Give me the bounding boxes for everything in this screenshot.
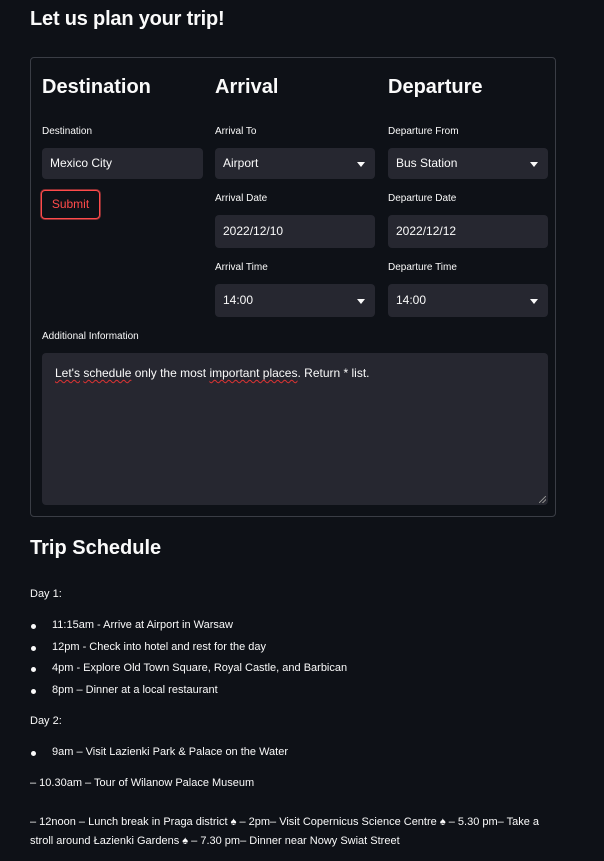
- departure-date-label: Departure Date: [388, 193, 457, 204]
- departure-from-value: Bus Station: [396, 156, 458, 170]
- destination-input[interactable]: Mexico City: [42, 148, 203, 179]
- schedule-text: stroll around Łazienki Gardens: [30, 835, 183, 847]
- list-item: 8pm – Dinner at a local restaurant: [52, 684, 218, 696]
- arrival-time-label: Arrival Time: [215, 262, 268, 273]
- departure-time-label: Departure Time: [388, 262, 457, 273]
- bullet-icon: [31, 646, 36, 651]
- arrival-to-select[interactable]: Airport: [215, 148, 375, 179]
- departure-date-input[interactable]: 2022/12/12: [388, 215, 548, 248]
- arrival-date-input[interactable]: 2022/12/10: [215, 215, 375, 248]
- chevron-down-icon: [530, 161, 538, 167]
- resize-grip-icon[interactable]: [539, 496, 546, 503]
- list-item: 11:15am - Arrive at Airport in Warsaw: [52, 619, 233, 631]
- chevron-down-icon: [357, 161, 365, 167]
- chevron-down-icon: [530, 298, 538, 304]
- misspelled-word: important places: [209, 366, 298, 380]
- departure-time-select[interactable]: 14:00: [388, 284, 548, 317]
- list-item: 12pm - Check into hotel and rest for the…: [52, 641, 267, 653]
- schedule-text: – 12noon – Lunch break in Praga district: [30, 816, 231, 828]
- arrival-time-value: 14:00: [223, 293, 254, 307]
- day1-label: Day 1:: [30, 588, 62, 600]
- day2-label: Day 2:: [30, 715, 62, 727]
- schedule-line: stroll around Łazienki Gardens ♠ – 7.30 …: [30, 835, 400, 847]
- submit-button[interactable]: Submit: [41, 190, 100, 219]
- arrival-to-label: Arrival To: [215, 126, 257, 137]
- textarea-text: only the most: [134, 366, 207, 380]
- schedule-line: – 12noon – Lunch break in Praga district…: [30, 816, 539, 828]
- arrival-heading: Arrival: [215, 76, 279, 98]
- arrival-to-value: Airport: [223, 156, 259, 170]
- arrival-time-select[interactable]: 14:00: [215, 284, 375, 317]
- app-page: Let us plan your trip! Destination Desti…: [0, 0, 604, 861]
- misspelled-word: Let's: [55, 366, 80, 380]
- list-item: 9am – Visit Lazienki Park & Palace on th…: [52, 746, 289, 758]
- departure-heading: Departure: [388, 76, 483, 98]
- bullet-icon: [31, 624, 36, 629]
- bullet-icon: [31, 689, 36, 694]
- schedule-line: – 10.30am – Tour of Wilanow Palace Museu…: [30, 777, 255, 789]
- additional-info-label: Additional Information: [42, 331, 139, 342]
- additional-info-textarea[interactable]: Let's schedule only the most important p…: [42, 353, 548, 505]
- bullet-icon: [31, 751, 36, 756]
- misspelled-word: schedule: [83, 366, 132, 380]
- destination-label: Destination: [42, 126, 93, 137]
- list-item: 4pm - Explore Old Town Square, Royal Cas…: [52, 662, 348, 674]
- schedule-title: Trip Schedule: [30, 537, 162, 559]
- chevron-down-icon: [357, 298, 365, 304]
- textarea-text: . Return * list.: [297, 366, 370, 380]
- destination-heading: Destination: [42, 76, 151, 98]
- departure-from-select[interactable]: Bus Station: [388, 148, 548, 179]
- schedule-text: – 2pm– Visit Copernicus Science Centre: [236, 816, 440, 828]
- schedule-text: – 7.30 pm– Dinner near Nowy Swiat Street: [188, 835, 400, 847]
- departure-from-label: Departure From: [388, 126, 459, 137]
- bullet-icon: [31, 667, 36, 672]
- page-title: Let us plan your trip!: [30, 8, 225, 30]
- departure-time-value: 14:00: [396, 293, 427, 307]
- arrival-date-label: Arrival Date: [215, 193, 268, 204]
- schedule-text: – 5.30 pm– Take a: [445, 816, 540, 828]
